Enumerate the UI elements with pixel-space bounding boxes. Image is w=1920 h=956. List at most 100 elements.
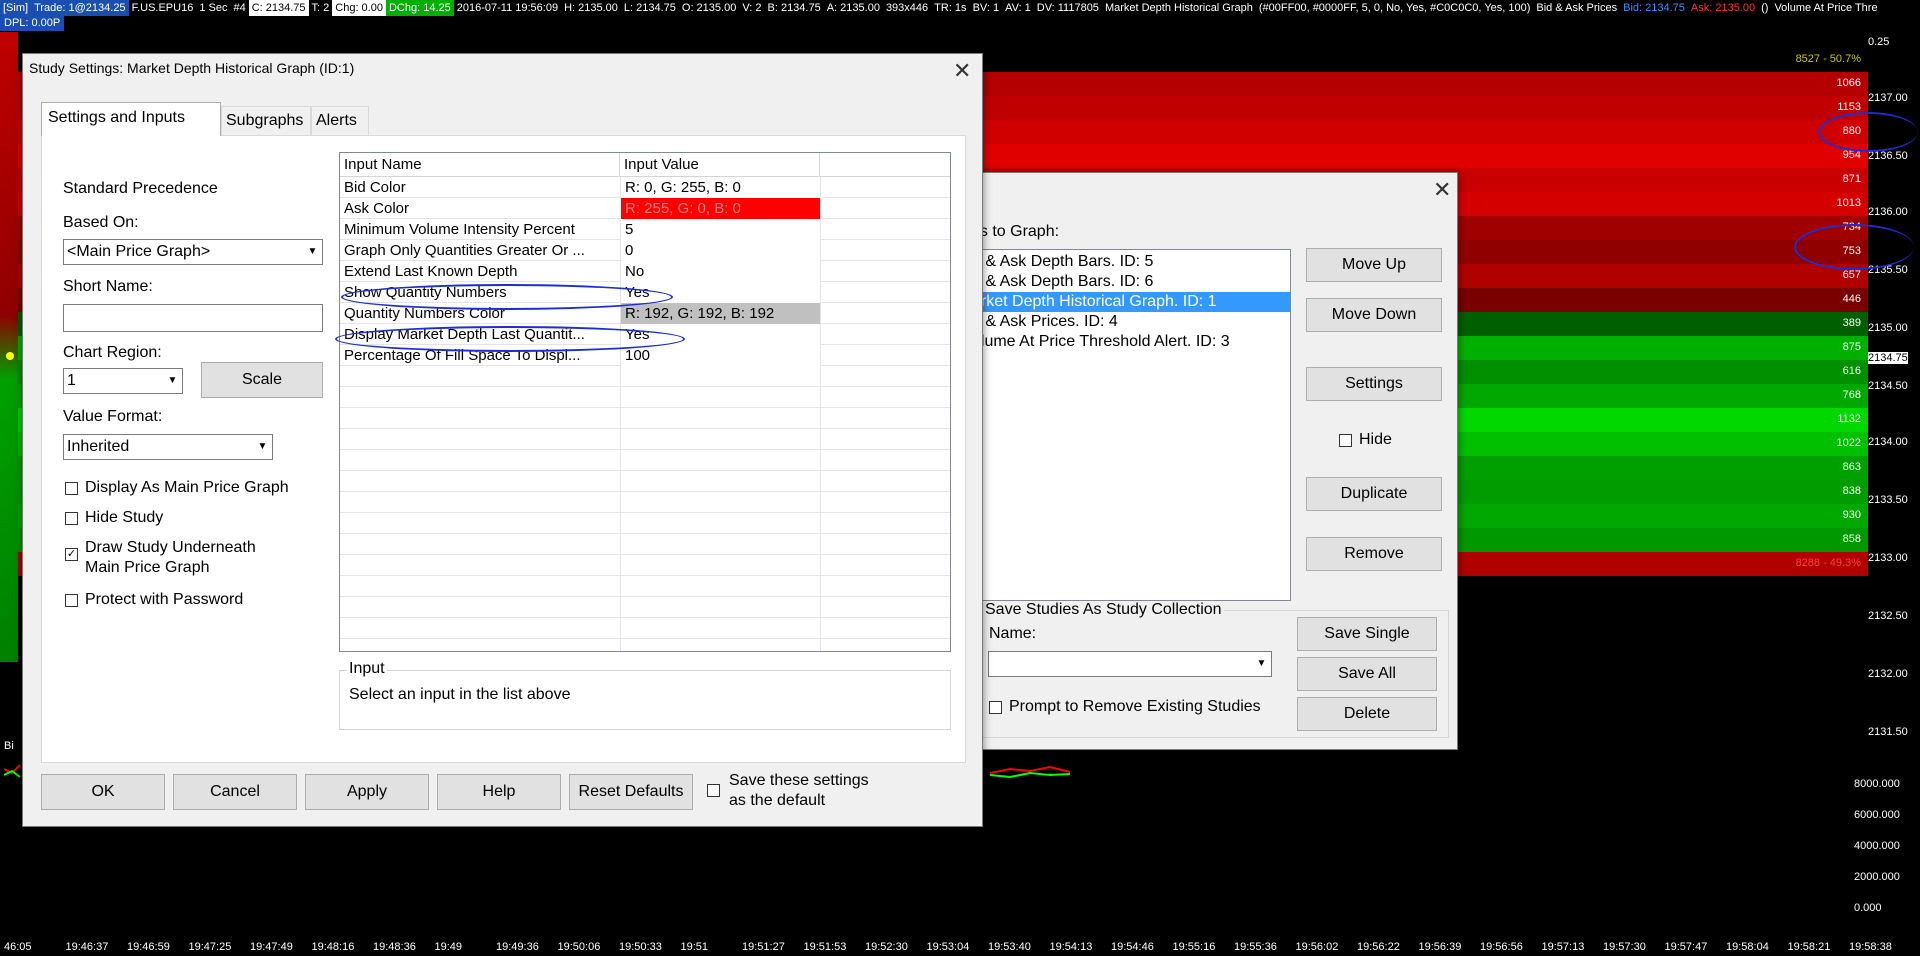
- price-tick: 2134.50: [1868, 380, 1908, 392]
- ladder-quantity: 8527 - 50.7%: [1795, 53, 1861, 65]
- open-value: O: 2135.00: [681, 2, 737, 14]
- hide-label: Hide: [1359, 431, 1392, 448]
- time-tick: 19:46:37: [65, 941, 109, 953]
- ladder-quantity: 863: [1842, 461, 1861, 473]
- tab-settings-and-inputs[interactable]: Settings and Inputs: [41, 102, 221, 136]
- size-text: 393x446: [885, 2, 929, 14]
- tab-subgraphs[interactable]: Subgraphs: [221, 106, 311, 136]
- study-list-item[interactable]: d & Ask Depth Bars. ID: 5: [970, 252, 1290, 272]
- study-list-item[interactable]: d & Ask Prices. ID: 4: [970, 312, 1290, 332]
- datetime: 2016-07-11 19:56:09: [456, 2, 559, 14]
- precedence-label: Standard Precedence: [63, 180, 218, 197]
- chg-value: Chg: 0.00: [332, 0, 386, 16]
- display-as-main-label: Display As Main Price Graph: [85, 479, 289, 496]
- save-single-button[interactable]: Save Single: [1297, 617, 1437, 651]
- remove-button[interactable]: Remove: [1306, 537, 1442, 571]
- input-value-cell[interactable]: R: 0, G: 255, B: 0: [621, 177, 820, 198]
- scale-button[interactable]: Scale: [201, 362, 323, 398]
- input-value-cell[interactable]: 0: [621, 240, 820, 261]
- time-tick: 19:46:59: [127, 941, 170, 953]
- time-tick: 19:51: [680, 941, 709, 953]
- prompt-remove-checkbox[interactable]: [989, 701, 1002, 714]
- dchg-value: DChg: 14.25: [385, 0, 454, 16]
- time-tick: 19:51:53: [803, 941, 847, 953]
- save-all-button[interactable]: Save All: [1297, 657, 1437, 691]
- cancel-button[interactable]: Cancel: [173, 774, 297, 810]
- header-input-value[interactable]: Input Value: [620, 153, 820, 177]
- chevron-down-icon[interactable]: ▼: [1253, 653, 1270, 675]
- price-tick: 0.25: [1868, 36, 1890, 48]
- chevron-down-icon[interactable]: ▼: [164, 370, 181, 392]
- ok-button[interactable]: OK: [41, 774, 165, 810]
- duplicate-button[interactable]: Duplicate: [1306, 477, 1442, 511]
- short-name-input[interactable]: [63, 304, 323, 332]
- ladder-quantity: 616: [1842, 365, 1861, 377]
- input-row[interactable]: Bid Color R: 0, G: 255, B: 0: [340, 177, 950, 198]
- time-tick: 19:54:13: [1049, 941, 1093, 953]
- input-name-cell[interactable]: Minimum Volume Intensity Percent: [340, 219, 620, 240]
- input-name-cell[interactable]: Graph Only Quantities Greater Or ...: [340, 240, 620, 261]
- study-list-item[interactable]: d & Ask Depth Bars. ID: 6: [970, 272, 1290, 292]
- help-button[interactable]: Help: [437, 774, 561, 810]
- collection-name-combo[interactable]: ▼: [988, 651, 1272, 677]
- protect-password-checkbox[interactable]: [65, 594, 78, 607]
- input-name-cell[interactable]: Bid Color: [340, 177, 620, 198]
- price-tick: 2134.75: [1868, 352, 1908, 364]
- settings-button[interactable]: Settings: [1306, 367, 1442, 401]
- empty-row: [340, 450, 950, 471]
- input-row[interactable]: Ask Color R: 255, G: 0, B: 0: [340, 198, 950, 219]
- chevron-down-icon[interactable]: ▼: [254, 436, 271, 458]
- input-row[interactable]: Extend Last Known Depth No: [340, 261, 950, 282]
- input-value-cell[interactable]: 5: [621, 219, 820, 240]
- input-value-cell[interactable]: No: [621, 261, 820, 282]
- ask-value: A: 2135.00: [826, 2, 880, 14]
- inputs-grid[interactable]: Input Name Input Value Bid Color R: 0, G:…: [339, 152, 951, 652]
- time-tick: 19:47:49: [250, 941, 293, 953]
- move-down-button[interactable]: Move Down: [1306, 298, 1442, 332]
- price-marker: [6, 352, 14, 360]
- empty-parens: (): [1761, 2, 1769, 14]
- grid-divider: [820, 177, 821, 651]
- draw-underneath-checkbox[interactable]: ✓: [65, 548, 78, 561]
- volume-value: V: 2: [742, 2, 762, 14]
- time-tick: 19:58:38: [1849, 941, 1892, 953]
- chart-number: #4: [233, 2, 246, 14]
- hide-checkbox[interactable]: [1339, 434, 1352, 447]
- chevron-down-icon[interactable]: ▼: [304, 241, 321, 263]
- input-row[interactable]: Graph Only Quantities Greater Or ... 0: [340, 240, 950, 261]
- studies-list[interactable]: d & Ask Depth Bars. ID: 5d & Ask Depth B…: [969, 249, 1291, 601]
- empty-row: [340, 429, 950, 450]
- value-format-select[interactable]: Inherited ▼: [63, 434, 273, 460]
- input-row[interactable]: Minimum Volume Intensity Percent 5: [340, 219, 950, 240]
- time-tick: 19:53:04: [926, 941, 970, 953]
- bid-label: Bi: [4, 740, 14, 752]
- time-tick: 19:57:30: [1603, 941, 1646, 953]
- close-icon[interactable]: ✕: [1433, 179, 1451, 201]
- apply-button[interactable]: Apply: [305, 774, 429, 810]
- delete-button[interactable]: Delete: [1297, 697, 1437, 731]
- hide-study-checkbox[interactable]: [65, 512, 78, 525]
- close-icon[interactable]: ✕: [953, 60, 971, 82]
- header-input-name[interactable]: Input Name: [340, 153, 620, 177]
- tab-alerts[interactable]: Alerts: [311, 106, 369, 136]
- time-tick: 19:51:27: [742, 941, 785, 953]
- study-list-item[interactable]: arket Depth Historical Graph. ID: 1: [970, 292, 1290, 312]
- based-on-select[interactable]: <Main Price Graph> ▼: [63, 239, 323, 265]
- input-name-cell[interactable]: Extend Last Known Depth: [340, 261, 620, 282]
- study-list-item[interactable]: olume At Price Threshold Alert. ID: 3: [970, 332, 1290, 352]
- input-value-cell[interactable]: R: 255, G: 0, B: 0: [621, 198, 820, 219]
- price-tick: 2132.00: [1868, 668, 1908, 680]
- input-group-title: Input: [347, 660, 387, 678]
- input-value-cell[interactable]: R: 192, G: 192, B: 192: [621, 303, 820, 324]
- annotation-oval-880: [1818, 112, 1918, 152]
- grid-divider: [620, 177, 621, 651]
- time-axis: 46:05 19:46:37 19:46:59 19:47:25 19:47:49 19:…: [0, 940, 1920, 956]
- display-as-main-checkbox[interactable]: [65, 482, 78, 495]
- save-default-checkbox[interactable]: [707, 784, 720, 797]
- reset-defaults-button[interactable]: Reset Defaults: [569, 774, 693, 810]
- chart-region-select[interactable]: 1 ▼: [63, 368, 183, 394]
- input-value-cell[interactable]: 100: [621, 345, 820, 366]
- move-up-button[interactable]: Move Up: [1306, 248, 1442, 282]
- empty-row: [340, 492, 950, 513]
- input-name-cell[interactable]: Ask Color: [340, 198, 620, 219]
